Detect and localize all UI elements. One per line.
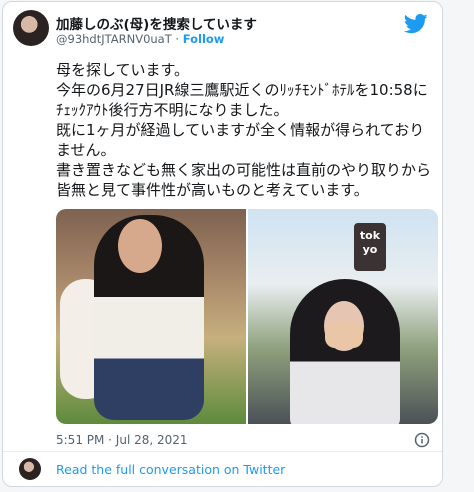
- tweet-photos: tok yo: [56, 209, 438, 424]
- divider: [3, 451, 442, 452]
- tweet-photo-2[interactable]: tok yo: [248, 209, 438, 424]
- separator-dot: ·: [175, 32, 180, 46]
- embedded-tweet-card: 加藤しのぶ(母)を捜索しています @93hdtJTARNV0uaT · Foll…: [2, 1, 443, 487]
- tweet-text-line: 書き置きなども無く家出の可能性は直前のやり取りから皆無と見て事件性が高いものと考…: [56, 161, 432, 199]
- face-mask: [325, 322, 363, 348]
- read-full-conversation-link[interactable]: Read the full conversation on Twitter: [56, 462, 285, 477]
- tweet-text: 母を探しています。 今年の6月27日JR線三鷹駅近くのﾘｯﾁﾓﾝﾄﾞﾎﾃﾙを10…: [56, 60, 434, 200]
- tweet-photo-1[interactable]: [56, 209, 246, 424]
- reply-avatar: [19, 458, 41, 480]
- follow-link[interactable]: Follow: [183, 32, 225, 46]
- author-handle[interactable]: @93hdtJTARNV0uaT: [56, 32, 172, 46]
- author-handle-row: @93hdtJTARNV0uaT · Follow: [56, 32, 224, 46]
- background-sign: tok yo: [354, 223, 386, 271]
- tweet-text-line: 今年の6月27日JR線三鷹駅近くのﾘｯﾁﾓﾝﾄﾞﾎﾃﾙを10:58にﾁｪｯｸｱｳ…: [56, 81, 428, 119]
- twitter-bird-icon[interactable]: [404, 14, 428, 34]
- author-name[interactable]: 加藤しのぶ(母)を捜索しています: [56, 13, 257, 33]
- person-face: [118, 219, 162, 273]
- tweet-timestamp[interactable]: 5:51 PM · Jul 28, 2021: [56, 433, 188, 447]
- tweet-text-line: 母を探しています。: [56, 61, 190, 79]
- info-icon[interactable]: [414, 432, 430, 448]
- tweet-text-line: 既に1ヶ月が経過していますが全く情報が得られておりません。: [56, 121, 425, 159]
- author-avatar[interactable]: [13, 10, 49, 46]
